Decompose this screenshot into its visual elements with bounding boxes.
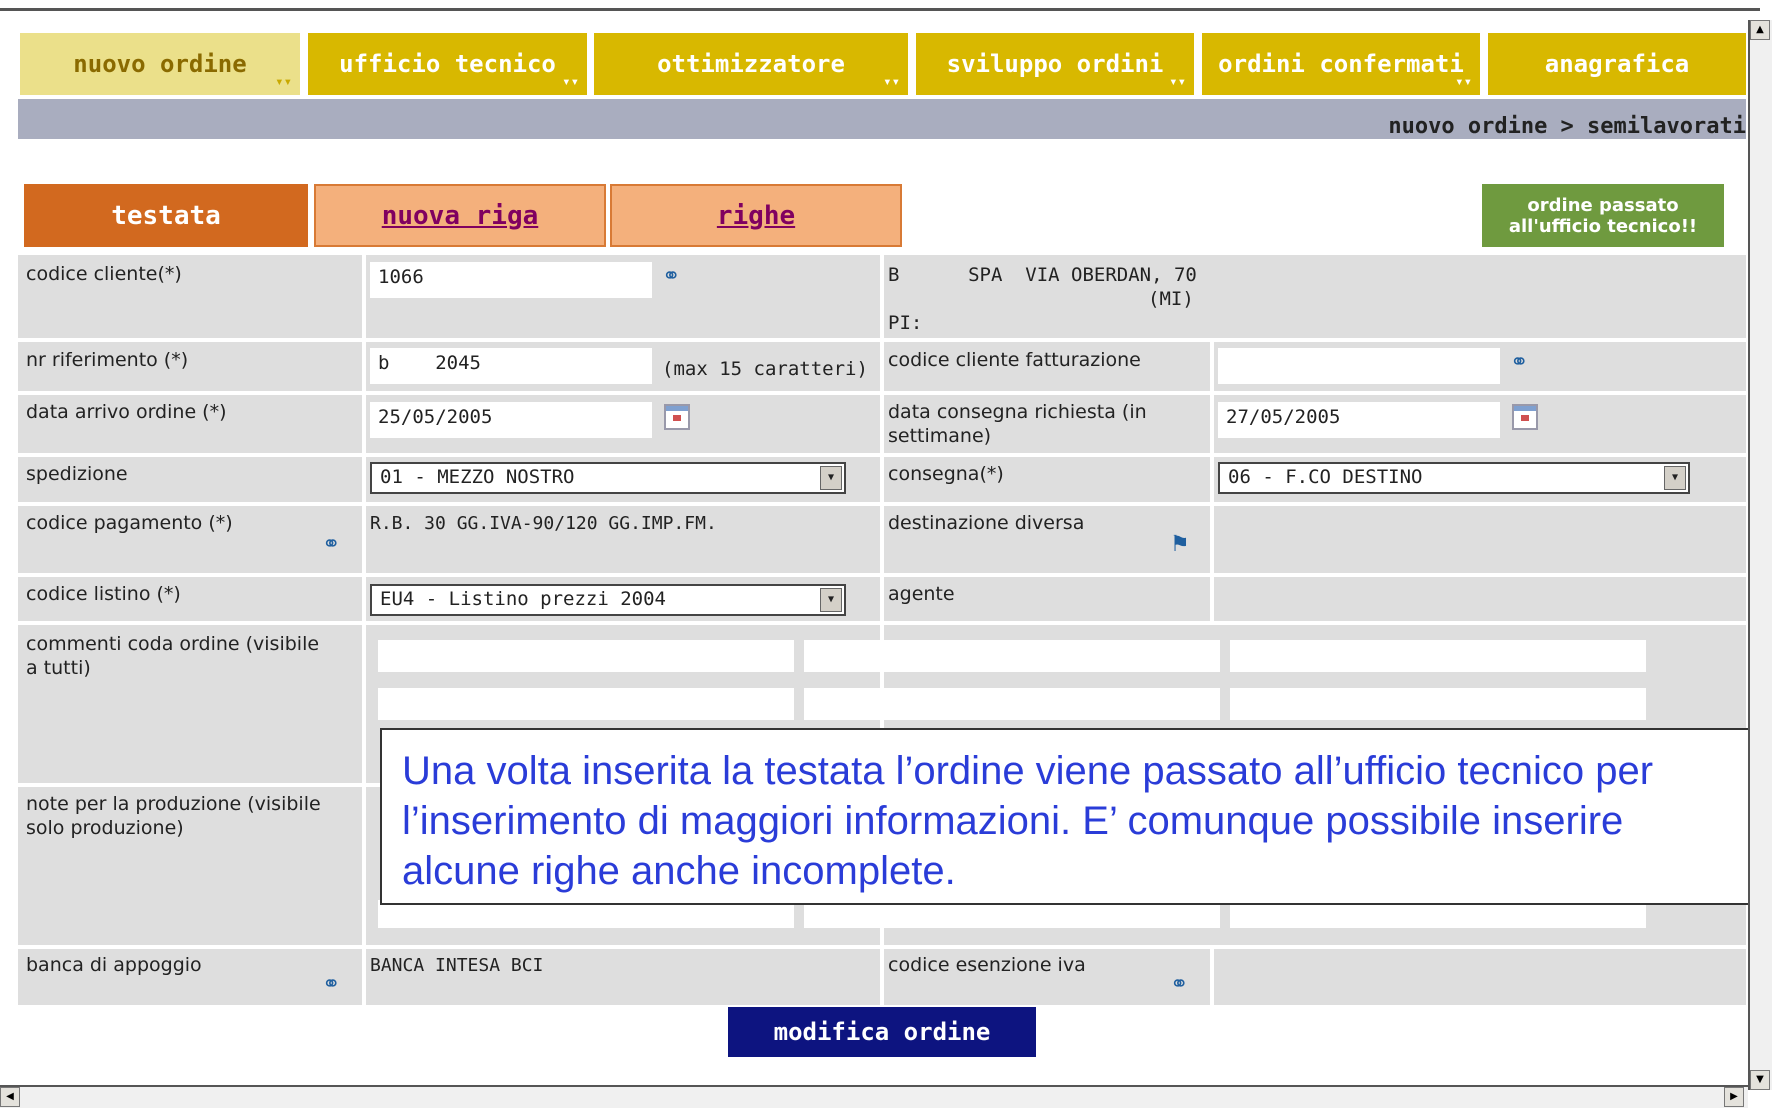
commenti-field[interactable] bbox=[1230, 688, 1646, 720]
tab-sviluppo-ordini[interactable]: sviluppo ordini ▾▾ bbox=[916, 33, 1194, 95]
selected-value: 01 - MEZZO NOSTRO bbox=[380, 466, 575, 488]
codice-listino-select[interactable]: EU4 - Listino prezzi 2004 ▼ bbox=[370, 584, 846, 616]
binoculars-icon[interactable]: ⚭ bbox=[322, 534, 340, 556]
horizontal-scrollbar[interactable]: ◀ ▶ bbox=[0, 1085, 1748, 1108]
codice-esenzione-label: codice esenzione iva bbox=[888, 954, 1086, 976]
column-divider bbox=[1210, 453, 1214, 621]
data-consegna-input[interactable]: 27/05/2005 bbox=[1218, 402, 1500, 438]
tab-label: nuovo ordine bbox=[73, 50, 247, 78]
row-divider bbox=[18, 502, 1746, 506]
codice-cliente-input[interactable]: 1066 bbox=[370, 262, 652, 298]
consegna-label: consegna(*) bbox=[888, 463, 1004, 485]
scroll-right-icon[interactable]: ▶ bbox=[1724, 1087, 1744, 1107]
codice-listino-label: codice listino (*) bbox=[26, 583, 181, 605]
spedizione-select[interactable]: 01 - MEZZO NOSTRO ▼ bbox=[370, 462, 846, 494]
tab-label: anagrafica bbox=[1544, 50, 1690, 78]
tab-ottimizzatore[interactable]: ottimizzatore ▾▾ bbox=[594, 33, 908, 95]
client-province: (MI) bbox=[1148, 288, 1194, 310]
nr-riferimento-label: nr riferimento (*) bbox=[26, 349, 189, 371]
tab-label: ottimizzatore bbox=[657, 50, 845, 78]
commenti-label: commenti coda ordine (visibile a tutti) bbox=[26, 633, 320, 679]
codice-cliente-label: codice cliente(*) bbox=[26, 263, 182, 285]
column-divider bbox=[1210, 945, 1214, 1005]
banca-appoggio-label: banca di appoggio bbox=[26, 954, 202, 976]
status-badge-line: ordine passato bbox=[1527, 194, 1679, 216]
client-vat: PI: bbox=[888, 312, 923, 334]
destinazione-diversa-label: destinazione diversa bbox=[888, 512, 1085, 534]
note-produzione-label: note per la produzione (visibile solo pr… bbox=[26, 793, 321, 839]
top-border bbox=[0, 8, 1760, 11]
codice-pagamento-value: R.B. 30 GG.IVA-90/120 GG.IMP.FM. bbox=[370, 513, 717, 534]
spedizione-label: spedizione bbox=[26, 463, 128, 485]
codice-pagamento-label: codice pagamento (*) bbox=[26, 512, 233, 534]
dropdown-arrow-icon[interactable]: ▼ bbox=[1664, 466, 1686, 490]
scroll-down-icon[interactable]: ▼ bbox=[1750, 1070, 1770, 1090]
banca-appoggio-value: BANCA INTESA BCI bbox=[370, 955, 544, 976]
codice-cliente-fatturazione-label: codice cliente fatturazione bbox=[888, 349, 1141, 371]
data-arrivo-input[interactable]: 25/05/2005 bbox=[370, 402, 652, 438]
chevron-down-icon: ▾▾ bbox=[275, 74, 292, 90]
tab-nuovo-ordine[interactable]: nuovo ordine ▾▾ bbox=[20, 33, 300, 95]
column-divider bbox=[362, 255, 366, 1005]
tab-righe[interactable]: righe bbox=[610, 184, 902, 247]
data-arrivo-label: data arrivo ordine (*) bbox=[26, 401, 227, 423]
row-divider bbox=[18, 453, 1746, 457]
row-divider bbox=[18, 338, 1746, 342]
binoculars-icon[interactable]: ⚭ bbox=[662, 266, 680, 288]
modifica-ordine-button[interactable]: modifica ordine bbox=[728, 1007, 1036, 1057]
dropdown-arrow-icon[interactable]: ▼ bbox=[820, 466, 842, 490]
codice-cliente-fatturazione-input[interactable] bbox=[1218, 348, 1500, 384]
chevron-down-icon: ▾▾ bbox=[1455, 74, 1472, 90]
selected-value: EU4 - Listino prezzi 2004 bbox=[380, 588, 666, 610]
scroll-up-icon[interactable]: ▲ bbox=[1750, 20, 1770, 40]
status-badge-line: all'ufficio tecnico!! bbox=[1508, 215, 1698, 237]
row-divider bbox=[18, 621, 1746, 625]
tab-anagrafica[interactable]: anagrafica bbox=[1488, 33, 1746, 95]
tab-ordini-confermati[interactable]: ordini confermati ▾▾ bbox=[1202, 33, 1480, 95]
data-consegna-label: data consegna richiesta (in settimane) bbox=[888, 401, 1147, 447]
tab-testata[interactable]: testata bbox=[24, 184, 308, 247]
consegna-select[interactable]: 06 - F.CO DESTINO ▼ bbox=[1218, 462, 1690, 494]
scroll-left-icon[interactable]: ◀ bbox=[0, 1087, 20, 1107]
selected-value: 06 - F.CO DESTINO bbox=[1228, 466, 1423, 488]
tab-ufficio-tecnico[interactable]: ufficio tecnico ▾▾ bbox=[308, 33, 587, 95]
commenti-field[interactable] bbox=[378, 640, 794, 672]
agente-label: agente bbox=[888, 583, 955, 605]
commenti-field[interactable] bbox=[378, 688, 794, 720]
nr-riferimento-input[interactable]: b 2045 bbox=[370, 348, 652, 384]
client-name-address: B SPA VIA OBERDAN, 70 bbox=[888, 264, 1197, 286]
commenti-field[interactable] bbox=[804, 640, 1220, 672]
row-divider bbox=[18, 945, 1746, 949]
destination-icon[interactable]: ⚑ bbox=[1170, 534, 1190, 556]
chevron-down-icon: ▾▾ bbox=[883, 74, 900, 90]
row-divider bbox=[18, 391, 1746, 395]
callout-note: Una volta inserita la testata l’ordine v… bbox=[380, 728, 1770, 905]
chevron-down-icon: ▾▾ bbox=[1169, 74, 1186, 90]
calendar-icon[interactable] bbox=[664, 404, 690, 430]
binoculars-icon[interactable]: ⚭ bbox=[1170, 974, 1188, 996]
tab-nuova-riga[interactable]: nuova riga bbox=[314, 184, 606, 247]
vertical-scrollbar[interactable]: ▲ ▼ bbox=[1748, 20, 1772, 1090]
tab-label: sviluppo ordini bbox=[946, 50, 1164, 78]
commenti-field[interactable] bbox=[1230, 640, 1646, 672]
commenti-field[interactable] bbox=[804, 688, 1220, 720]
dropdown-arrow-icon[interactable]: ▼ bbox=[820, 588, 842, 612]
max-length-hint: (max 15 caratteri) bbox=[662, 358, 868, 380]
tab-label: ufficio tecnico bbox=[339, 50, 556, 78]
binoculars-icon[interactable]: ⚭ bbox=[1510, 352, 1528, 374]
row-divider bbox=[18, 573, 1746, 577]
column-divider bbox=[1210, 338, 1214, 453]
chevron-down-icon: ▾▾ bbox=[562, 74, 579, 90]
status-badge: ordine passato all'ufficio tecnico!! bbox=[1482, 184, 1724, 247]
tab-label: ordini confermati bbox=[1218, 50, 1464, 78]
binoculars-icon[interactable]: ⚭ bbox=[322, 974, 340, 996]
breadcrumb: nuovo ordine > semilavorati bbox=[1388, 114, 1746, 139]
calendar-icon[interactable] bbox=[1512, 404, 1538, 430]
